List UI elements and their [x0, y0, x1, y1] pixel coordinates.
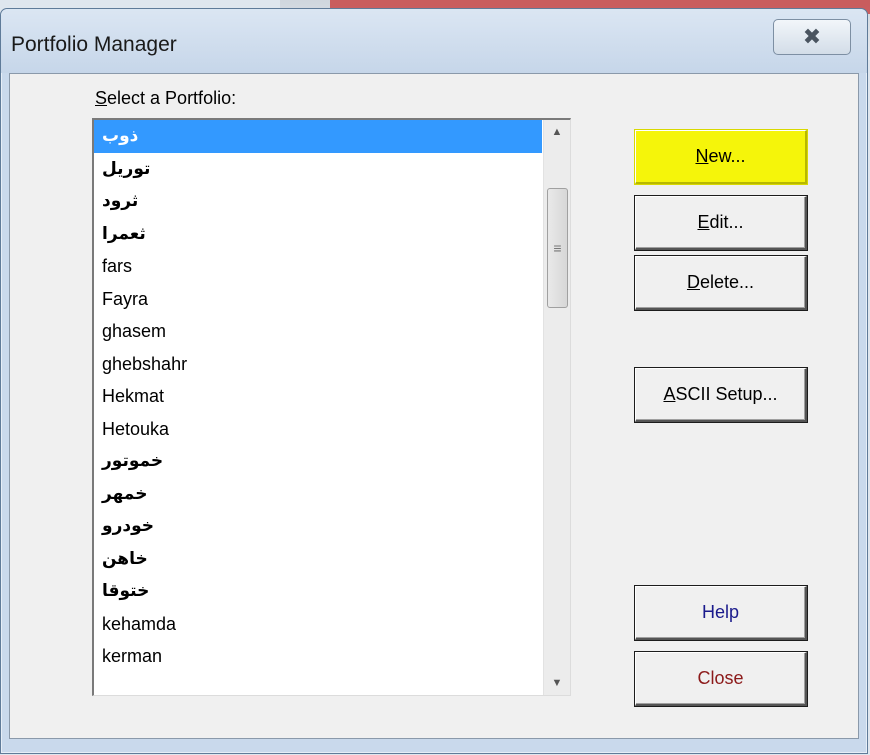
delete-button[interactable]: Delete...: [635, 256, 807, 310]
close-icon: ✖: [802, 24, 822, 49]
edit-button-label: Edit...: [697, 212, 744, 232]
portfolio-list: ذوب توریل ثرود ثعمرا fars Fayra ghasem ghebshah…: [94, 120, 542, 673]
list-item[interactable]: خودرو: [94, 510, 542, 543]
delete-button-label: Delete...: [686, 272, 755, 292]
portfolio-manager-dialog: Portfolio Manager ✖ Select a Portfolio: …: [0, 8, 868, 754]
list-item[interactable]: ثرود: [94, 185, 542, 218]
list-item[interactable]: Hetouka: [94, 413, 542, 446]
list-item[interactable]: Hekmat: [94, 380, 542, 413]
edit-button[interactable]: Edit...: [635, 196, 807, 250]
grip-icon: ≡: [553, 240, 562, 256]
select-portfolio-label: Select a Portfolio:: [95, 88, 236, 109]
list-item[interactable]: ذوب: [94, 120, 542, 153]
help-button[interactable]: Help: [635, 586, 807, 640]
list-item[interactable]: خاهن: [94, 543, 542, 576]
list-item[interactable]: kehamda: [94, 608, 542, 641]
window-title: Portfolio Manager: [11, 33, 177, 56]
select-portfolio-label-text: Select a Portfolio:: [95, 88, 237, 108]
list-item[interactable]: fars: [94, 250, 542, 283]
list-item[interactable]: ختوقا: [94, 575, 542, 608]
list-item[interactable]: ghasem: [94, 315, 542, 348]
list-item[interactable]: خموتور: [94, 445, 542, 478]
list-item[interactable]: kerman: [94, 640, 542, 673]
scroll-thumb[interactable]: ≡: [547, 188, 568, 308]
list-item[interactable]: توریل: [94, 153, 542, 186]
close-button[interactable]: Close: [635, 652, 807, 706]
ascii-setup-button-label: ASCII Setup...: [663, 384, 778, 404]
title-bar[interactable]: Portfolio Manager ✖: [1, 9, 867, 73]
scroll-up-arrow-icon[interactable]: ▲: [544, 120, 570, 144]
vertical-scrollbar[interactable]: ▲ ≡ ▼: [543, 120, 570, 695]
new-button[interactable]: New...: [635, 130, 807, 184]
list-item[interactable]: خمهر: [94, 478, 542, 511]
list-item[interactable]: Fayra: [94, 283, 542, 316]
window-close-button[interactable]: ✖: [773, 19, 851, 55]
ascii-setup-button[interactable]: ASCII Setup...: [635, 368, 807, 422]
dialog-body: Select a Portfolio: ذوب توریل ثرود ثعمرا far…: [9, 73, 859, 739]
new-button-label: New...: [695, 146, 746, 166]
scroll-down-arrow-icon[interactable]: ▼: [544, 671, 570, 695]
list-item[interactable]: ghebshahr: [94, 348, 542, 381]
list-item[interactable]: ثعمرا: [94, 218, 542, 251]
portfolio-listbox[interactable]: ذوب توریل ثرود ثعمرا fars Fayra ghasem ghebshah…: [92, 118, 571, 696]
help-button-label: Help: [701, 602, 740, 622]
close-button-label: Close: [697, 668, 744, 688]
